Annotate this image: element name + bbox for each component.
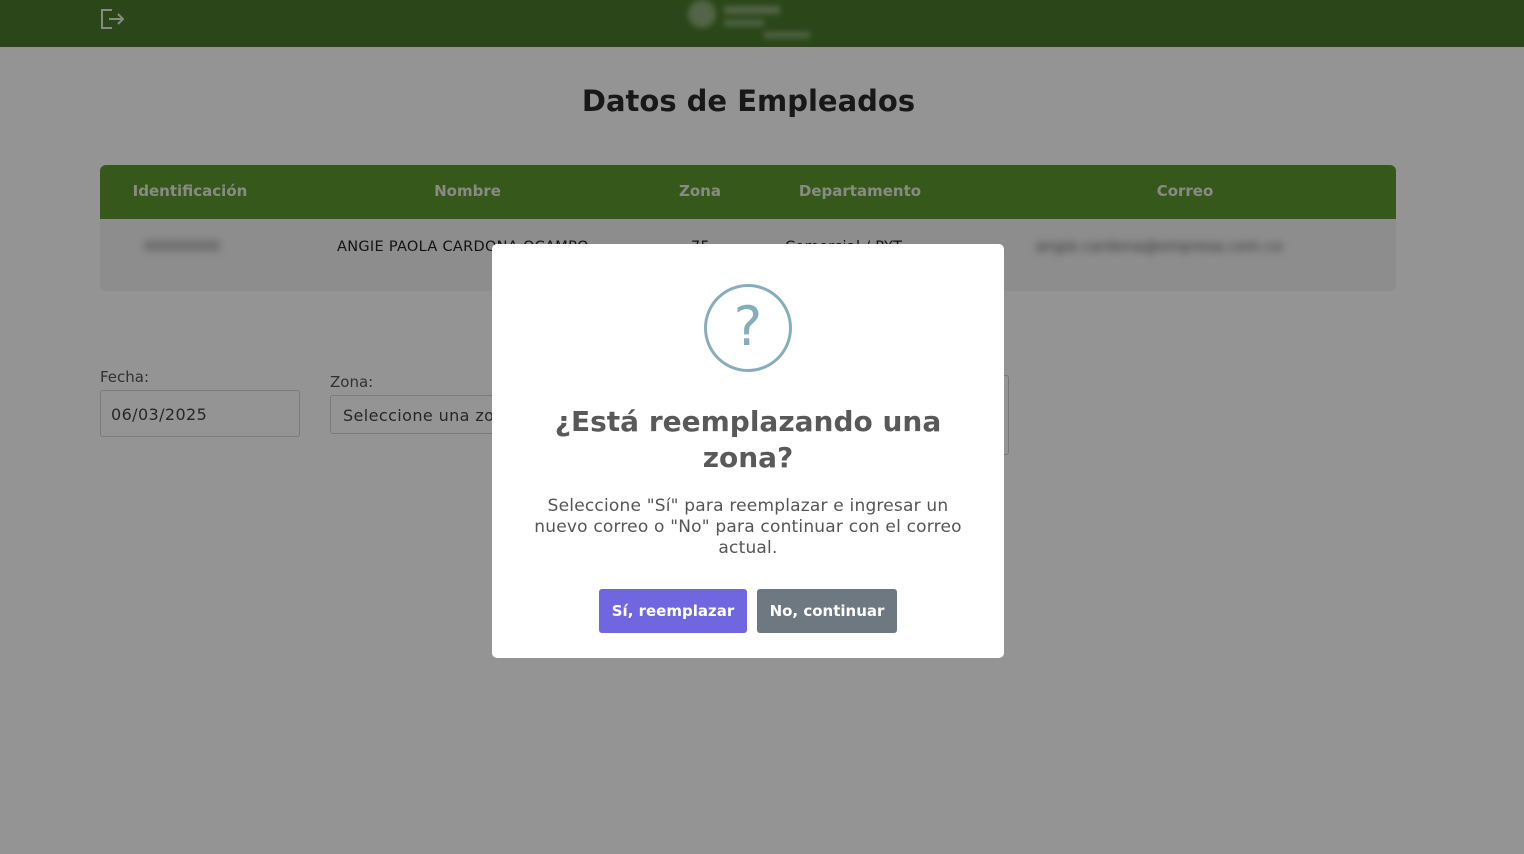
dialog-message: Seleccione "Sí" para reemplazar e ingres… (534, 496, 962, 558)
question-mark-glyph: ? (733, 295, 763, 358)
confirm-dialog: ? ¿Está reemplazando una zona? Seleccion… (492, 244, 1004, 658)
question-icon: ? (704, 284, 792, 372)
confirm-replace-button[interactable]: Sí, reemplazar (599, 589, 747, 633)
dialog-title: ¿Está reemplazando una zona? (554, 405, 942, 474)
cancel-continue-button[interactable]: No, continuar (757, 589, 897, 633)
